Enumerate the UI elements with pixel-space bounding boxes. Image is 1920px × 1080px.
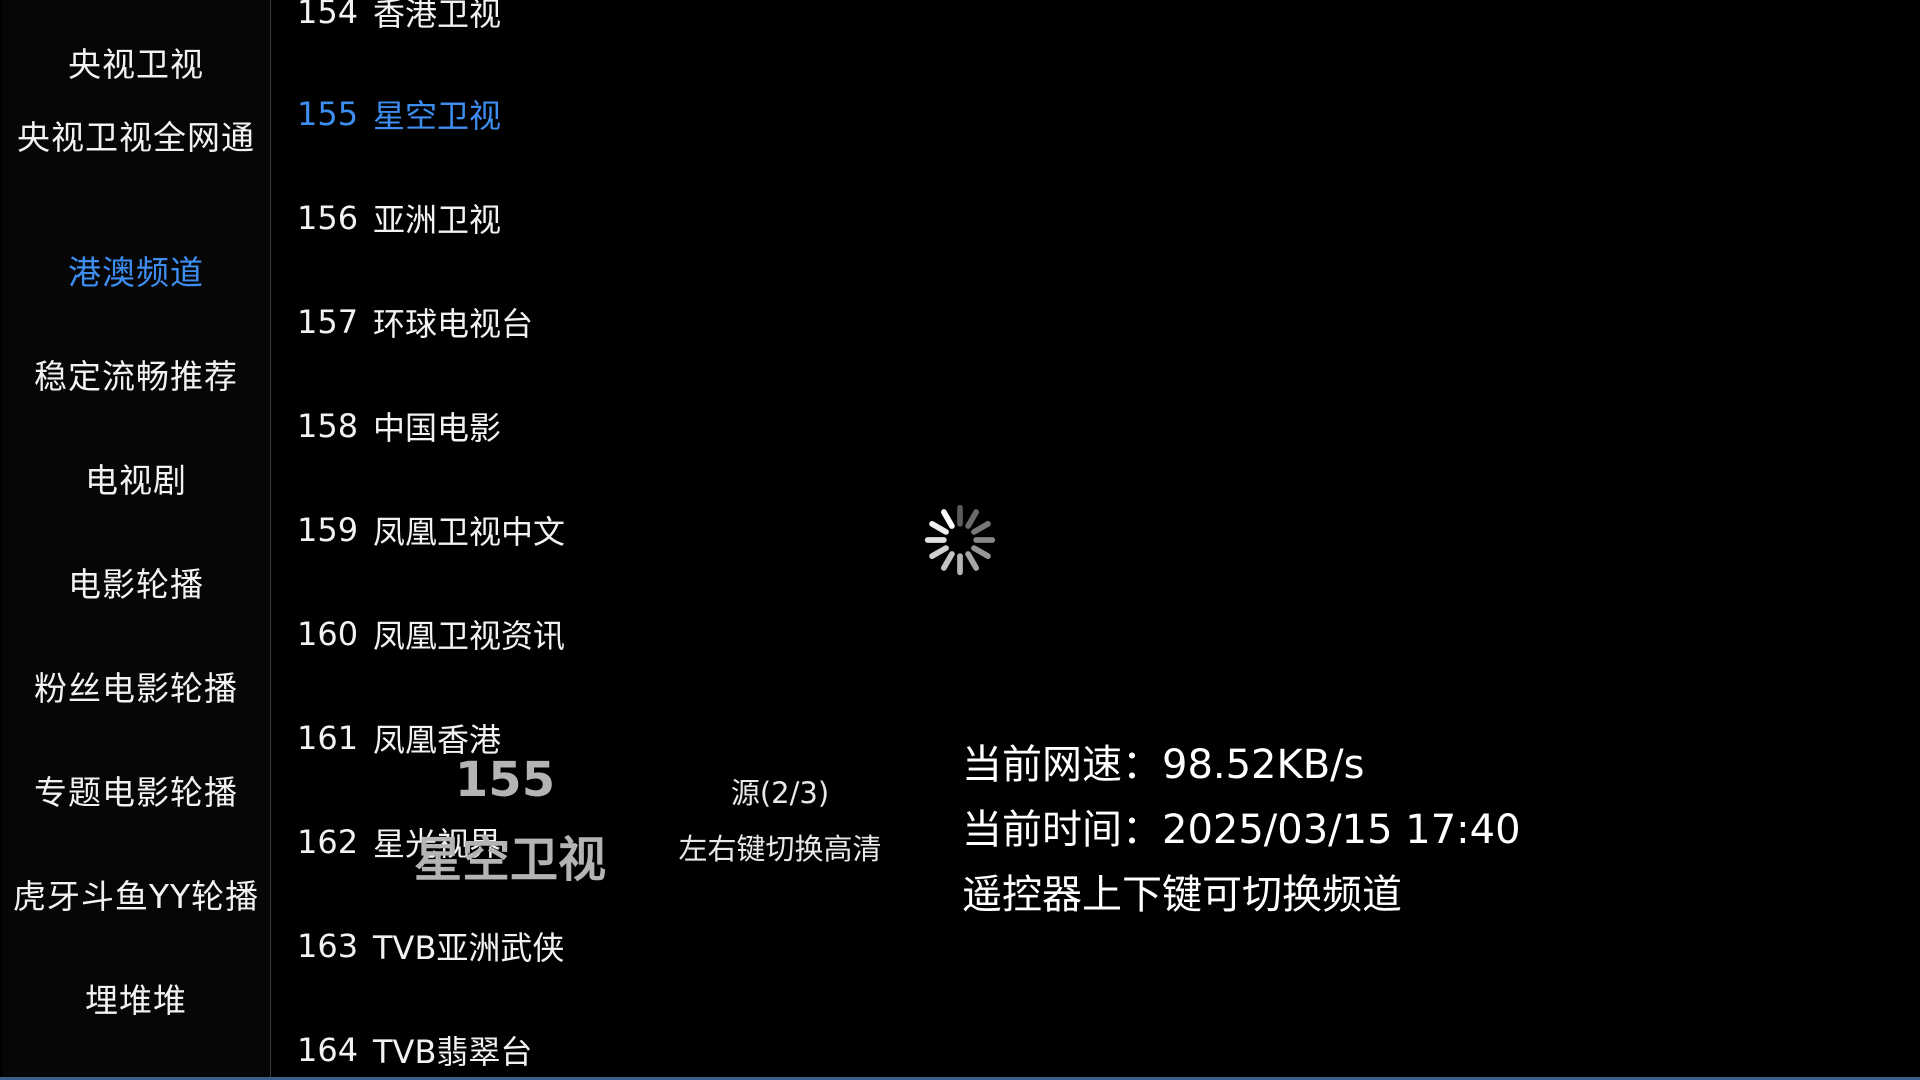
- channel-number: 161: [297, 719, 359, 757]
- source-indicator: 源(2/3): [730, 776, 830, 810]
- category-item[interactable]: 粉丝电影轮播: [2, 634, 270, 738]
- channel-item[interactable]: 154 香港卫视: [297, 0, 501, 64]
- channel-item[interactable]: 160 凤凰卫视资讯: [297, 582, 565, 686]
- spinner-stroke: [965, 551, 979, 571]
- channel-item[interactable]: 163 TVB亚洲武侠: [297, 894, 564, 998]
- current-time: 当前时间：2025/03/15 17:40: [962, 807, 1521, 853]
- now-playing-number: 155: [454, 752, 556, 808]
- channel-item-active[interactable]: 155 星空卫视: [297, 62, 501, 166]
- channel-item[interactable]: 158 中国电影: [297, 374, 501, 478]
- spinner-stroke: [929, 545, 949, 559]
- channel-name: 香港卫视: [373, 0, 502, 33]
- category-item[interactable]: 央视卫视全网通: [2, 83, 270, 187]
- channel-name: TVB亚洲武侠: [373, 929, 565, 967]
- category-item[interactable]: 稳定流畅推荐: [2, 322, 270, 426]
- source-switch-hint: 左右键切换高清: [678, 832, 882, 866]
- channel-number: 162: [297, 823, 359, 861]
- spinner-stroke: [971, 545, 991, 559]
- channel-name: 环球电视台: [373, 305, 534, 343]
- remote-hint: 遥控器上下键可切换频道: [962, 872, 1402, 918]
- channel-item[interactable]: 157 环球电视台: [297, 270, 533, 374]
- now-playing-name: 星空卫视: [413, 832, 606, 888]
- spinner-stroke: [941, 551, 955, 571]
- channel-name: 凤凰卫视资讯: [373, 617, 566, 655]
- channel-item[interactable]: 159 凤凰卫视中文: [297, 478, 565, 582]
- category-sidebar: 央视卫视 央视卫视全网通 港澳频道 稳定流畅推荐 电视剧 电影轮播 粉丝电影轮播…: [2, 0, 271, 1077]
- channel-name: 凤凰卫视中文: [373, 513, 566, 551]
- channel-item[interactable]: 164 TVB翡翠台: [297, 998, 532, 1077]
- channel-name: 星空卫视: [373, 97, 502, 135]
- tv-player-screen: 央视卫视 央视卫视全网通 港澳频道 稳定流畅推荐 电视剧 电影轮播 粉丝电影轮播…: [0, 0, 1920, 1080]
- spinner-stroke: [929, 521, 949, 535]
- channel-number: 163: [297, 927, 359, 965]
- category-item[interactable]: 虎牙斗鱼YY轮播: [2, 842, 270, 946]
- channel-item[interactable]: 156 亚洲卫视: [297, 166, 501, 270]
- category-item-active[interactable]: 港澳频道: [2, 218, 270, 322]
- channel-number: 158: [297, 407, 359, 445]
- category-item[interactable]: 埋堆堆: [2, 946, 270, 1050]
- channel-number: 154: [297, 0, 359, 31]
- channel-number: 157: [297, 303, 359, 341]
- channel-number: 164: [297, 1031, 359, 1069]
- channel-number: 159: [297, 511, 359, 549]
- channel-list: 154 香港卫视 155 星空卫视 156 亚洲卫视 157 环球电视台 158…: [271, 0, 691, 1077]
- spinner-stroke: [941, 509, 955, 529]
- category-item[interactable]: 电视剧: [2, 426, 270, 530]
- channel-name: 亚洲卫视: [373, 201, 502, 239]
- spinner-stroke: [965, 509, 979, 529]
- loading-spinner-icon: [924, 504, 996, 576]
- category-item[interactable]: 专题电影轮播: [2, 738, 270, 842]
- channel-number: 155: [297, 95, 359, 133]
- channel-number: 160: [297, 615, 359, 653]
- spinner-stroke: [971, 521, 991, 535]
- channel-number: 156: [297, 199, 359, 237]
- category-item[interactable]: 电影轮播: [2, 530, 270, 634]
- channel-name: 中国电影: [373, 409, 502, 447]
- network-speed: 当前网速：98.52KB/s: [962, 742, 1365, 788]
- channel-name: TVB翡翠台: [373, 1033, 533, 1071]
